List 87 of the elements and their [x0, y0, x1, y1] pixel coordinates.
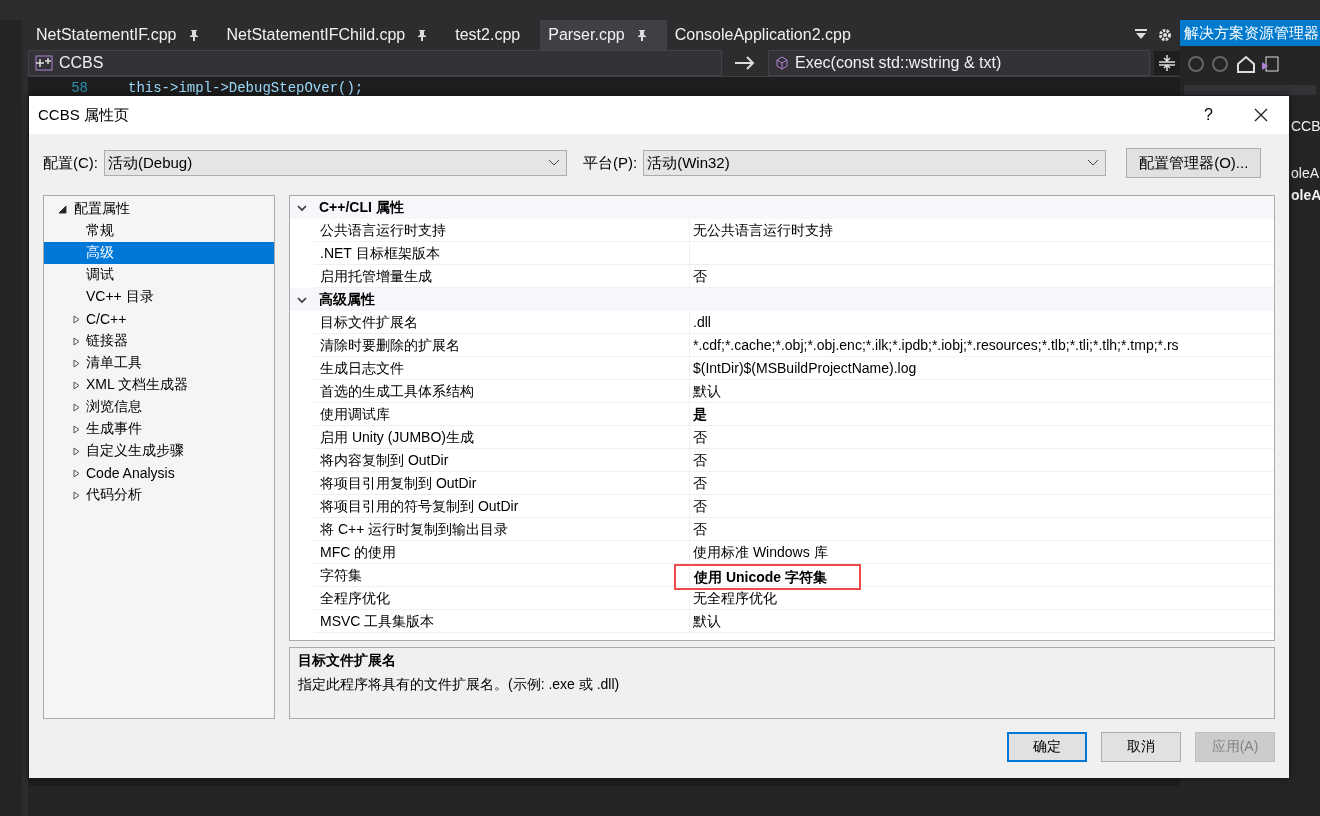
line-number: 58	[70, 80, 88, 96]
code-line: this->impl->DebugStepOver();	[128, 80, 364, 96]
property-name[interactable]: 首选的生成工具体系结构	[320, 380, 474, 402]
property-value[interactable]: 使用标准 Windows 库	[692, 542, 829, 562]
property-name[interactable]: 使用调试库	[320, 403, 390, 425]
project-dropdown[interactable]: CCBS	[28, 50, 722, 76]
tree-item[interactable]: 自定义生成步骤	[44, 440, 274, 462]
property-name[interactable]: 将 C++ 运行时复制到输出目录	[320, 518, 509, 540]
editor-tab[interactable]: ConsoleApplication2.cpp	[666, 20, 871, 50]
split-icon[interactable]	[1154, 51, 1180, 75]
description-text: 指定此程序将具有的文件扩展名。(示例: .exe 或 .dll)	[298, 676, 621, 694]
property-value[interactable]: 无公共语言运行时支持	[692, 220, 834, 240]
property-value[interactable]: 无全程序优化	[692, 588, 778, 608]
property-name[interactable]: 全程序优化	[320, 587, 390, 609]
property-value[interactable]: 是	[692, 404, 708, 424]
tree-item[interactable]: 调试	[44, 264, 274, 286]
tree-item[interactable]: 代码分析	[44, 484, 274, 506]
dialog-button[interactable]: 确定	[1007, 732, 1087, 762]
arrow-icon[interactable]	[734, 56, 756, 70]
platform-dropdown[interactable]: 活动(Win32)	[643, 150, 1107, 176]
property-value[interactable]: $(IntDir)$(MSBuildProjectName).log	[692, 358, 918, 378]
tree-item[interactable]: CCB	[1291, 115, 1320, 137]
editor-tab[interactable]: NetStatementIFChild.cpp	[218, 20, 448, 50]
config-label: 配置(C):	[43, 153, 98, 173]
property-name[interactable]: 公共语言运行时支持	[320, 219, 446, 241]
close-icon[interactable]	[1253, 107, 1269, 123]
tree-item[interactable]: 清单工具	[44, 352, 274, 374]
property-name[interactable]: 清除时要删除的扩展名	[320, 334, 460, 356]
property-name[interactable]: 启用 Unity (JUMBO)生成	[320, 426, 474, 448]
tree-item[interactable]: oleA	[1291, 162, 1320, 184]
window-title: CCBS 属性页	[38, 105, 129, 125]
pin-icon[interactable]	[417, 29, 428, 41]
property-value[interactable]: .dll	[692, 312, 712, 332]
tree-item[interactable]: VC++ 目录	[44, 286, 274, 308]
help-button[interactable]: ?	[1204, 106, 1213, 124]
property-value[interactable]: 否	[692, 450, 708, 470]
editor-tab[interactable]: NetStatementIF.cpp	[28, 20, 219, 50]
property-name[interactable]: 字符集	[320, 564, 362, 590]
property-name[interactable]: .NET 目标框架版本	[320, 242, 440, 264]
property-name[interactable]: 启用托管增量生成	[320, 265, 432, 287]
property-value[interactable]: *.cdf;*.cache;*.obj;*.obj.enc;*.ilk;*.ipdb;*.iobj;*.resources;*.tlb;*.tli;*.tlh;*.tmp;*.rs	[692, 335, 1180, 355]
chevron-icon	[1087, 159, 1100, 167]
member-dropdown[interactable]: Exec(const std::wstring & txt)	[768, 50, 1150, 76]
property-name[interactable]: 将项目引用的符号复制到 OutDir	[320, 495, 519, 517]
property-value[interactable]: 默认	[692, 611, 722, 631]
property-name[interactable]: 将项目引用复制到 OutDir	[320, 472, 477, 494]
property-value[interactable]: 否	[692, 519, 708, 539]
tree-item[interactable]: 链接器	[44, 330, 274, 352]
property-name[interactable]: 将内容复制到 OutDir	[320, 449, 449, 471]
tree-item[interactable]: 浏览信息	[44, 396, 274, 418]
tree-item[interactable]: oleA	[1291, 184, 1320, 206]
editor-tab[interactable]: test2.cpp	[447, 20, 541, 50]
project-icon	[35, 55, 53, 71]
property-value[interactable]: 默认	[692, 381, 722, 401]
expander-icon[interactable]	[57, 204, 67, 214]
pin-icon[interactable]	[188, 29, 199, 41]
dropdown-icon[interactable]	[1134, 28, 1148, 40]
pin-icon[interactable]	[636, 29, 647, 41]
property-value[interactable]: 否	[692, 496, 708, 516]
tree-item[interactable]: 配置属性	[44, 198, 274, 220]
property-value[interactable]: 使用 Unicode 字符集	[674, 564, 861, 590]
cube-icon	[775, 56, 789, 70]
settings-icon[interactable]	[1158, 28, 1172, 42]
search-field[interactable]	[1184, 85, 1316, 95]
config-dropdown[interactable]: 活动(Debug)	[104, 150, 567, 176]
tree-item[interactable]: XML 文档生成器	[44, 374, 274, 396]
property-name[interactable]: 目标文件扩展名	[320, 311, 418, 333]
property-name[interactable]: 生成日志文件	[320, 357, 404, 379]
configuration-manager-button[interactable]: 配置管理器(O)...	[1126, 148, 1262, 178]
property-value[interactable]: 否	[692, 427, 708, 447]
property-name[interactable]: MFC 的使用	[320, 541, 397, 563]
tree-item[interactable]: C/C++	[44, 308, 274, 330]
description-title: 目标文件扩展名	[298, 652, 397, 670]
dialog-button[interactable]: 取消	[1101, 732, 1181, 762]
tree-item[interactable]: 常规	[44, 220, 274, 242]
tree-item[interactable]: Code Analysis	[44, 462, 274, 484]
tree-item[interactable]: 生成事件	[44, 418, 274, 440]
property-name[interactable]: MSVC 工具集版本	[320, 610, 435, 632]
group-title: 高级属性	[319, 290, 375, 309]
property-value[interactable]: 否	[692, 473, 708, 493]
property-value[interactable]: 否	[692, 266, 708, 286]
panel-title: 解决方案资源管理器	[1180, 20, 1320, 46]
chevron-icon	[548, 159, 560, 167]
editor-tab[interactable]: Parser.cpp	[540, 20, 667, 50]
group-title: C++/CLI 属性	[319, 198, 404, 217]
tree-item[interactable]: 高级	[44, 242, 274, 264]
platform-label: 平台(P):	[583, 153, 638, 173]
